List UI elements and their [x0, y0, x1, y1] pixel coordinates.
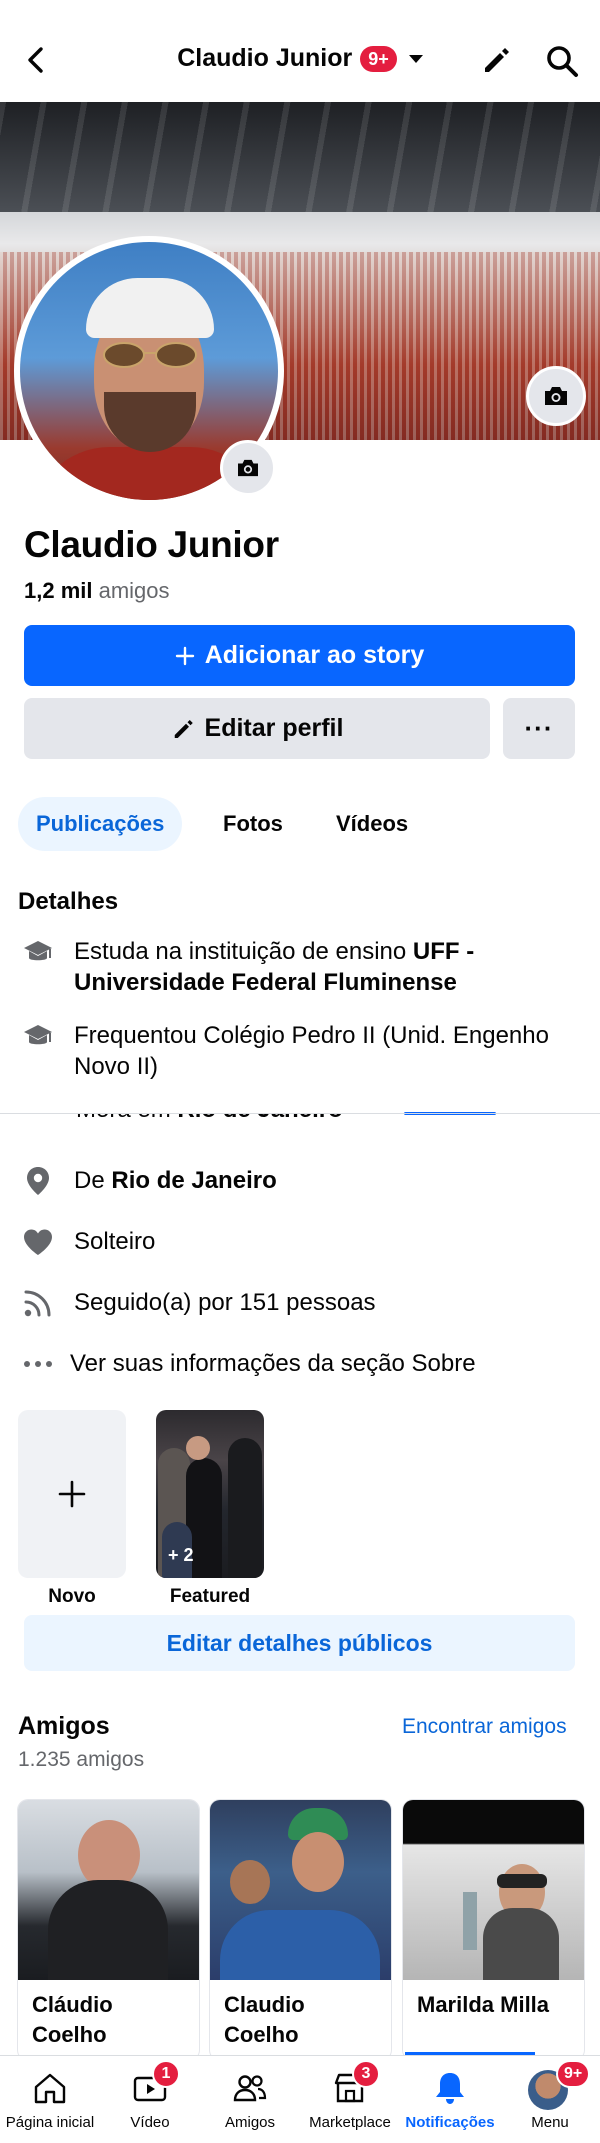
divider — [0, 1113, 600, 1114]
nav-video-badge: 1 — [152, 2060, 180, 2088]
nav-notifications-label: Notificações — [405, 2114, 495, 2131]
friends-heading: Amigos — [18, 1712, 110, 1740]
nav-friends[interactable]: Amigos — [200, 2056, 300, 2143]
nav-home-label: Página inicial — [5, 2114, 95, 2131]
nav-video-label: Vídeo — [130, 2114, 170, 2131]
plus-icon — [175, 646, 194, 665]
tab-fotos[interactable]: Fotos — [223, 797, 283, 851]
chevron-down-icon — [408, 54, 423, 63]
edit-cover-camera-icon[interactable] — [526, 366, 586, 426]
edit-public-details-button[interactable]: Editar detalhes públicos — [24, 1615, 575, 1671]
about-section-link[interactable]: Ver suas informações da seção Sobre — [18, 1348, 588, 1379]
edit-profile-button[interactable]: Editar perfil — [24, 698, 490, 759]
plus-icon — [58, 1480, 86, 1508]
friend-name: Claudio Coelho — [224, 1992, 305, 2047]
friend-card[interactable]: Claudio Coelho — [210, 1800, 391, 2060]
detail-study-text: Estuda na instituição de ensino UFF - Un… — [74, 938, 475, 996]
nav-marketplace-label: Marketplace — [309, 2114, 391, 2131]
detail-lives-clipped: Mora em Rio de Janeiro — [0, 1114, 600, 1132]
search-icon[interactable] — [545, 44, 579, 78]
detail-attended: Frequentou Colégio Pedro II (Unid. Engen… — [18, 1020, 588, 1082]
location-pin-icon — [18, 1165, 58, 1196]
nav-menu-badge: 9+ — [556, 2060, 591, 2088]
new-highlight-button[interactable] — [18, 1410, 126, 1578]
detail-followers-text: Seguido(a) por 151 pessoas — [74, 1289, 376, 1316]
friend-photo — [18, 1800, 199, 1980]
about-section-link-text: Ver suas informações da seção Sobre — [70, 1350, 476, 1377]
profile-name: Claudio Junior — [24, 524, 279, 565]
bottom-navigation: Página inicial 1 Vídeo Amigos 3 Marketpl… — [0, 2055, 600, 2143]
nav-notifications[interactable]: Notificações — [400, 2056, 500, 2143]
detail-relationship: Solteiro — [18, 1226, 588, 1257]
friend-name: Marilda Milla — [417, 1992, 550, 2017]
notification-badge: 9+ — [360, 45, 397, 72]
detail-from: De Rio de Janeiro — [18, 1165, 588, 1196]
home-icon — [34, 2073, 66, 2104]
friends-icon — [233, 2075, 267, 2102]
top-bar: Claudio Junior 9+ — [0, 0, 600, 102]
graduation-cap-icon — [18, 1020, 58, 1051]
friend-card[interactable]: Marilda Milla — [403, 1800, 584, 2060]
tab-videos[interactable]: Vídeos — [336, 797, 408, 851]
friends-count-suffix: amigos — [98, 578, 170, 603]
cover-roof-lines — [0, 102, 600, 212]
detail-relationship-text: Solteiro — [74, 1228, 156, 1255]
friends-count[interactable]: 1,2 mil amigos — [24, 578, 170, 604]
friend-name: Cláudio Coelho — [32, 1992, 113, 2047]
add-to-story-button[interactable]: Adicionar ao story — [24, 625, 575, 686]
featured-highlight-label: Featured — [169, 1586, 251, 1607]
graduation-cap-icon — [18, 936, 58, 967]
pencil-icon[interactable] — [480, 44, 512, 76]
rss-feed-icon — [18, 1287, 58, 1318]
edit-profile-picture-camera-icon[interactable] — [220, 440, 276, 496]
edit-profile-label: Editar perfil — [204, 714, 344, 742]
header-title: Claudio Junior — [177, 44, 353, 72]
nav-menu[interactable]: 9+ Menu — [500, 2056, 600, 2143]
friend-photo — [403, 1800, 584, 1980]
nav-friends-label: Amigos — [224, 2114, 276, 2131]
detail-study: Estuda na instituição de ensino UFF - Un… — [18, 936, 588, 998]
nav-marketplace[interactable]: 3 Marketplace — [300, 2056, 400, 2143]
heart-icon — [18, 1226, 58, 1257]
add-to-story-label: Adicionar ao story — [204, 641, 425, 669]
friends-count-number: 1,2 mil — [24, 578, 93, 603]
nav-marketplace-badge: 3 — [352, 2060, 380, 2088]
featured-highlight[interactable]: + 2 — [156, 1410, 264, 1578]
bell-icon — [436, 2073, 464, 2104]
friend-photo — [210, 1800, 391, 1980]
detail-followers[interactable]: Seguido(a) por 151 pessoas — [18, 1287, 588, 1318]
detail-from-text: De Rio de Janeiro — [74, 1167, 277, 1194]
pencil-icon — [174, 719, 193, 738]
featured-count: + 2 — [168, 1545, 194, 1565]
nav-home[interactable]: Página inicial — [0, 2056, 100, 2143]
friends-total: 1.235 amigos — [18, 1748, 145, 1771]
tab-publicacoes[interactable]: Publicações — [18, 797, 183, 851]
find-friends-link[interactable]: Encontrar amigos — [402, 1715, 567, 1739]
detail-attended-text: Frequentou Colégio Pedro II (Unid. Engen… — [74, 1022, 549, 1080]
nav-menu-label: Menu — [531, 2114, 569, 2131]
nav-video[interactable]: 1 Vídeo — [100, 2056, 200, 2143]
details-heading: Detalhes — [18, 888, 119, 915]
friend-card[interactable]: Cláudio Coelho — [18, 1800, 199, 2060]
more-dots-icon: ··· — [524, 713, 554, 743]
more-horizontal-icon — [18, 1348, 58, 1379]
new-highlight-label: Novo — [48, 1586, 96, 1607]
more-options-button[interactable]: ··· — [503, 698, 575, 759]
